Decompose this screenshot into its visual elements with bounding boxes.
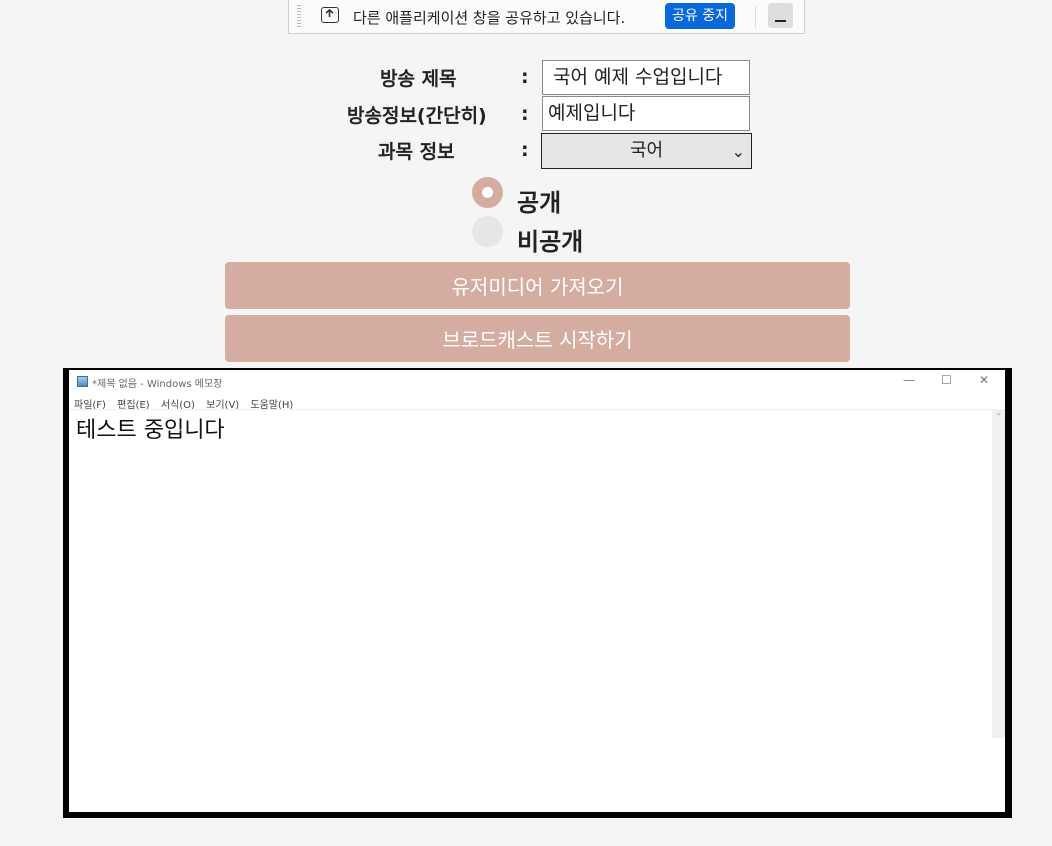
public-radio[interactable] (472, 177, 503, 208)
close-icon: ✕ (979, 373, 990, 387)
colon: : (521, 103, 529, 125)
notepad-content: 테스트 중입니다 (76, 418, 225, 443)
divider (755, 6, 756, 28)
maximize-icon: ☐ (941, 373, 952, 387)
scrollbar: ⌃ (992, 410, 1005, 738)
private-radio-label: 비공개 (517, 228, 584, 256)
drag-grip-icon[interactable] (297, 5, 301, 27)
share-screen-icon (321, 7, 339, 23)
notepad-icon (77, 376, 88, 387)
notepad-window: *제목 없음 - Windows 메모장 — ☐ ✕ 파일(F) 편집(E) 서… (69, 370, 1005, 812)
broadcast-title-input[interactable]: 국어 예제 수업입니다 (542, 60, 750, 95)
subject-select[interactable]: 국어 ⌄ (541, 133, 752, 169)
notepad-title: *제목 없음 - Windows 메모장 (92, 379, 223, 390)
subject-selected-value: 국어 (629, 140, 664, 161)
broadcast-info-input[interactable]: 예제입니다 (542, 96, 750, 131)
scroll-up-icon: ⌃ (995, 412, 1002, 421)
colon: : (521, 139, 529, 161)
video-preview: *제목 없음 - Windows 메모장 — ☐ ✕ 파일(F) 편집(E) 서… (63, 368, 1012, 818)
hide-bar-button[interactable] (768, 3, 793, 28)
start-broadcast-button[interactable]: 브로드캐스트 시작하기 (225, 315, 850, 362)
stop-sharing-button[interactable]: 공유 중지 (665, 3, 735, 29)
share-message: 다른 애플리케이션 창을 공유하고 있습니다. (353, 9, 626, 27)
chevron-down-icon: ⌄ (731, 142, 745, 161)
info-label: 방송정보(간단히) (347, 105, 487, 127)
title-label: 방송 제목 (380, 68, 457, 90)
screen-share-bar: 다른 애플리케이션 창을 공유하고 있습니다. 공유 중지 (288, 0, 805, 34)
notepad-titlebar: *제목 없음 - Windows 메모장 — ☐ ✕ (69, 370, 1005, 394)
get-user-media-button[interactable]: 유저미디어 가져오기 (225, 262, 850, 309)
subject-label: 과목 정보 (378, 141, 455, 163)
colon: : (521, 66, 529, 88)
minimize-icon (775, 20, 786, 22)
minimize-icon: — (903, 373, 915, 387)
divider (69, 409, 1005, 410)
private-radio[interactable] (472, 216, 503, 247)
public-radio-label: 공개 (517, 189, 562, 217)
